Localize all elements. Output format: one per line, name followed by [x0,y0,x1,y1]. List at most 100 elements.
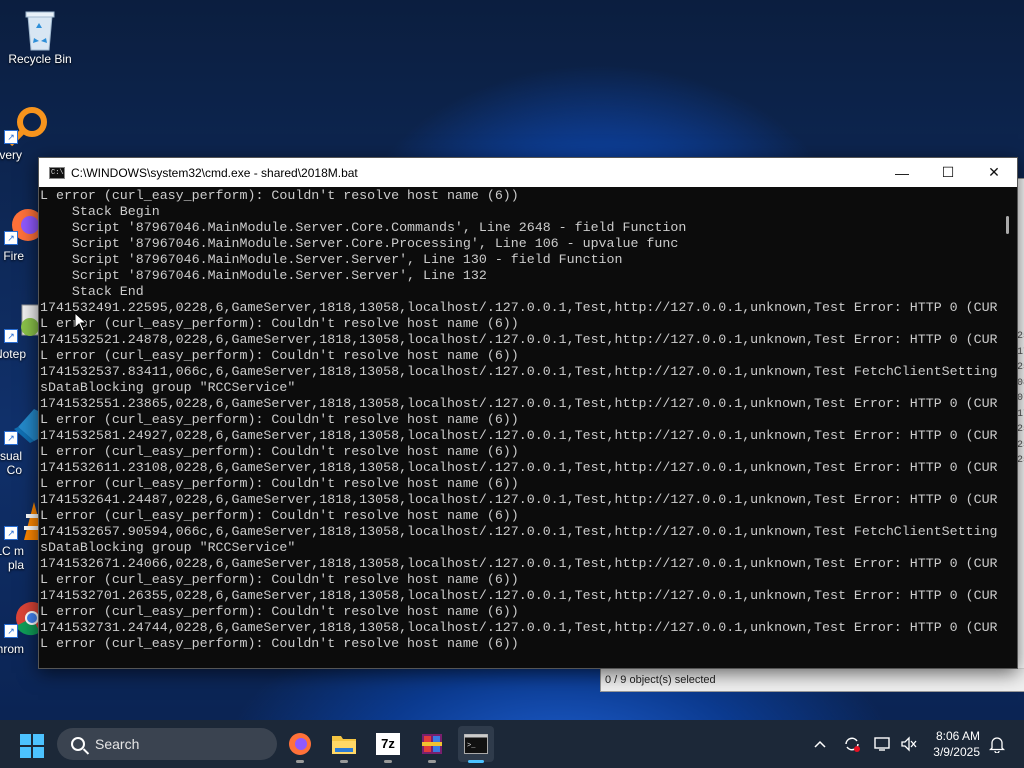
running-indicator [384,760,392,763]
shortcut-arrow-icon: ↗ [4,431,18,445]
scrollbar-thumb[interactable] [1006,216,1009,234]
explorer-column-fragments: 25 17 25 08 07 17 25 25 25 [1017,329,1024,469]
chevron-up-icon [814,740,826,748]
desktop-icon-everything[interactable]: ↗ Every [0,104,62,162]
shortcut-arrow-icon: ↗ [4,624,18,638]
column-fragment: 17 [1017,346,1024,358]
column-fragment: 08 [1017,377,1024,389]
shortcut-arrow-icon: ↗ [4,130,18,144]
running-indicator [296,760,304,763]
running-indicator [340,760,348,763]
close-button[interactable]: ✕ [971,158,1017,187]
maximize-button[interactable]: ☐ [925,158,971,187]
recycle-bin-icon [20,8,60,51]
network-icon [874,737,890,751]
file-explorer-icon [332,736,356,754]
desktop-icon-recycle-bin[interactable]: Recycle Bin [2,8,78,66]
column-fragment: 07 [1017,393,1024,404]
mouse-cursor-icon [74,312,88,332]
volume-muted-icon [901,736,917,752]
search-label: Search [95,736,140,752]
taskbar-cmd[interactable]: >_ [458,726,494,763]
taskbar-clock[interactable]: 8:06 AM 3/9/2025 [933,728,980,760]
tray-network-button[interactable] [872,720,894,768]
minimize-button[interactable]: — [879,158,925,187]
console-line: Stack Begin [40,204,160,219]
taskbar-file-explorer[interactable] [326,726,362,763]
console-line: Script '87967046.MainModule.Server.Serve… [40,252,623,267]
console-line: 1741532731.24744,0228,6,GameServer,1818,… [40,620,998,635]
cmd-window-title: C:\WINDOWS\system32\cmd.exe - shared\201… [71,165,358,180]
column-fragment: 25 [1017,362,1024,373]
taskbar-search-box[interactable]: Search [57,728,277,760]
running-indicator [428,760,436,763]
console-line: 1741532611.23108,0228,6,GameServer,1818,… [40,460,998,475]
console-line: L error (curl_easy_perform): Couldn't re… [40,316,519,331]
console-line: Script '87967046.MainModule.Server.Core.… [40,220,687,235]
cmd-icon: >_ [464,734,488,754]
console-line: L error (curl_easy_perform): Couldn't re… [40,572,519,587]
console-line: 1741532551.23865,0228,6,GameServer,1818,… [40,396,998,411]
console-line: 1741532581.24927,0228,6,GameServer,1818,… [40,428,998,443]
console-line: Script '87967046.MainModule.Server.Serve… [40,268,487,283]
console-line: Script '87967046.MainModule.Server.Core.… [40,236,679,251]
tray-update-icon-button[interactable] [840,720,864,768]
sync-icon [845,737,860,752]
column-fragment: 25 [1017,455,1024,466]
shortcut-arrow-icon: ↗ [4,526,18,540]
winrar-icon [422,734,442,754]
console-line: L error (curl_easy_perform): Couldn't re… [40,636,519,651]
console-line: sDataBlocking group "RCCService" [40,380,296,395]
search-icon [71,737,85,751]
console-output[interactable]: L error (curl_easy_perform): Couldn't re… [39,188,999,668]
column-fragment: 25 [1017,424,1024,435]
tray-volume-button[interactable] [898,720,920,768]
cmd-window[interactable]: C:\ C:\WINDOWS\system32\cmd.exe - shared… [38,157,1018,669]
clock-date: 3/9/2025 [933,745,980,759]
console-line: L error (curl_easy_perform): Couldn't re… [40,604,519,619]
everything-search-icon: ↗ [4,104,47,147]
clock-time: 8:06 AM [935,729,980,743]
windows-logo-icon [20,747,31,758]
show-hidden-icons-button[interactable] [808,720,832,768]
console-line: L error (curl_easy_perform): Couldn't re… [40,348,519,363]
console-scrollbar[interactable] [999,188,1017,668]
cmd-app-icon: C:\ [49,166,65,179]
7zip-icon: 7z [376,733,400,755]
column-fragment: 17 [1017,408,1024,420]
taskbar-7zip[interactable]: 7z [370,726,406,763]
console-line: Stack End [40,284,144,299]
console-line: L error (curl_easy_perform): Couldn't re… [40,444,519,459]
start-button[interactable] [20,734,44,758]
svg-text:>_: >_ [467,742,476,750]
column-fragment: 25 [1017,331,1024,342]
explorer-status-bar: 0 / 9 object(s) selected [601,668,1024,691]
console-line: 1741532671.24066,0228,6,GameServer,1818,… [40,556,998,571]
bell-icon [989,737,1005,753]
console-line: 1741532491.22595,0228,6,GameServer,1818,… [40,300,998,315]
windows-logo-icon [33,747,44,758]
cmd-titlebar[interactable]: C:\ C:\WINDOWS\system32\cmd.exe - shared… [39,158,1017,187]
windows-logo-icon [20,734,31,745]
notifications-button[interactable] [986,720,1008,768]
console-line: L error (curl_easy_perform): Couldn't re… [40,476,519,491]
taskbar: Search 7z >_ 8:06 AM 3/9/2025 [0,720,1024,768]
running-indicator [468,760,484,763]
taskbar-winrar[interactable] [414,726,450,763]
console-line: L error (curl_easy_perform): Couldn't re… [40,188,519,203]
desktop-icon-label: Recycle Bin [8,52,72,66]
column-fragment: 25 [1017,439,1024,451]
console-line: L error (curl_easy_perform): Couldn't re… [40,412,519,427]
console-line: 1741532641.24487,0228,6,GameServer,1818,… [40,492,998,507]
windows-logo-icon [33,734,44,745]
firefox-icon [289,733,311,755]
console-line: sDataBlocking group "RCCService" [40,540,296,555]
shortcut-arrow-icon: ↗ [4,329,18,343]
console-line: 1741532537.83411,066c,6,GameServer,1818,… [40,364,998,379]
console-line: 1741532657.90594,066c,6,GameServer,1818,… [40,524,998,539]
console-line: 1741532521.24878,0228,6,GameServer,1818,… [40,332,998,347]
shortcut-arrow-icon: ↗ [4,231,18,245]
console-line: 1741532701.26355,0228,6,GameServer,1818,… [40,588,998,603]
console-line: L error (curl_easy_perform): Couldn't re… [40,508,519,523]
taskbar-firefox[interactable] [282,726,318,763]
